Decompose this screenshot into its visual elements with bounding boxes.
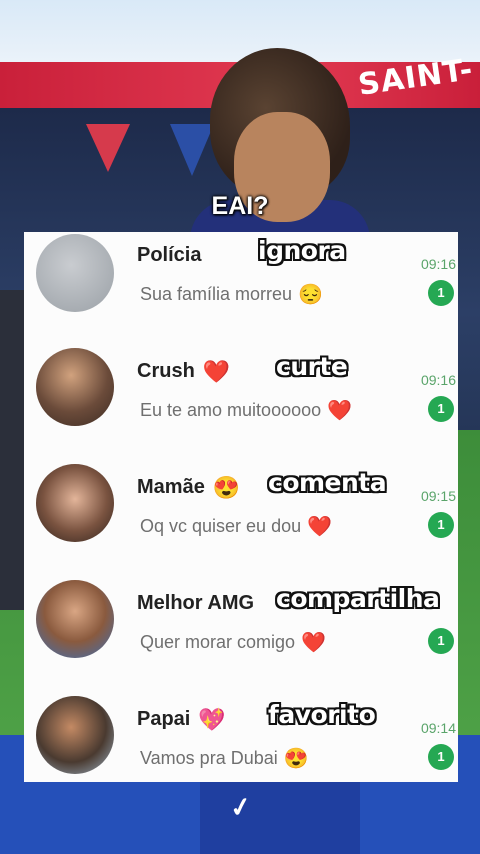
chat-preview-text: Sua família morreu bbox=[140, 284, 293, 304]
chat-name: Crush bbox=[137, 360, 195, 382]
chat-preview-text: Eu te amo muitoooooo bbox=[140, 400, 322, 420]
chat-preview-text: Oq vc quiser eu dou bbox=[140, 516, 302, 536]
chat-name: Mamãe bbox=[137, 476, 205, 498]
chat-preview: Vamos pra Dubai 😍 bbox=[140, 746, 309, 771]
chat-preview: Oq vc quiser eu dou ❤️ bbox=[140, 514, 332, 539]
blank-avatar-icon bbox=[36, 234, 114, 312]
unread-badge: 1 bbox=[428, 512, 454, 538]
chat-name-line: Mamãe 😍 bbox=[137, 476, 240, 499]
person-photo-icon bbox=[36, 580, 114, 658]
action-label: curte bbox=[276, 352, 348, 381]
person-photo-icon bbox=[36, 696, 114, 774]
red-heart-icon: ❤️ bbox=[202, 358, 231, 384]
chat-preview-text: Quer morar comigo bbox=[140, 632, 296, 652]
heart-eyes-icon: 😍 bbox=[283, 748, 309, 770]
chat-row-policia[interactable]: Polícia Sua família morreu 😔 ignora 09:1… bbox=[24, 232, 458, 348]
chat-name: Polícia bbox=[137, 244, 202, 266]
red-heart-icon: ❤️ bbox=[307, 516, 333, 538]
action-label: ignora bbox=[258, 236, 346, 265]
left-figure bbox=[0, 290, 26, 610]
chat-preview: Quer morar comigo ❤️ bbox=[140, 630, 326, 655]
chat-name-line: Melhor AMG bbox=[137, 592, 254, 615]
chat-preview: Sua família morreu 😔 bbox=[140, 282, 323, 307]
chat-name-line: Papai 💖 bbox=[137, 708, 226, 731]
chat-name-line: Crush ❤️ bbox=[137, 360, 230, 383]
chat-name: Papai bbox=[137, 708, 191, 730]
action-label: favorito bbox=[268, 700, 376, 729]
person-photo-icon bbox=[36, 464, 114, 542]
chat-name-line: Polícia bbox=[137, 244, 201, 267]
chat-time: 09:15 bbox=[420, 488, 456, 504]
chat-time: 09:16 bbox=[420, 256, 456, 272]
chat-row-papai[interactable]: Papai 💖 Vamos pra Dubai 😍 favorito 09:14… bbox=[24, 696, 458, 812]
unread-badge: 1 bbox=[428, 280, 454, 306]
chat-preview: Eu te amo muitoooooo ❤️ bbox=[140, 398, 352, 423]
sparkling-heart-icon: 💖 bbox=[198, 706, 226, 732]
unread-badge: 1 bbox=[428, 744, 454, 770]
unread-badge: 1 bbox=[428, 628, 454, 654]
red-pennant bbox=[86, 124, 130, 172]
chat-row-crush[interactable]: Crush ❤️ Eu te amo muitoooooo ❤️ curte 0… bbox=[24, 348, 458, 464]
chat-row-mamae[interactable]: Mamãe 😍 Oq vc quiser eu dou ❤️ comenta 0… bbox=[24, 464, 458, 580]
chat-name: Melhor AMG bbox=[137, 592, 255, 614]
red-heart-icon: ❤️ bbox=[327, 400, 353, 422]
action-label: comenta bbox=[268, 468, 387, 497]
red-heart-icon: ❤️ bbox=[301, 632, 326, 654]
blue-pennant bbox=[170, 124, 214, 176]
chat-time: 09:14 bbox=[420, 720, 456, 736]
heart-eyes-icon: 😍 bbox=[212, 474, 241, 500]
chat-row-melhor-amg[interactable]: Melhor AMG Quer morar comigo ❤️ comparti… bbox=[24, 580, 458, 696]
chat-preview-text: Vamos pra Dubai bbox=[140, 748, 278, 768]
chat-time: 09:16 bbox=[420, 372, 456, 388]
unread-badge: 1 bbox=[428, 396, 454, 422]
video-caption: EAI? bbox=[211, 192, 269, 220]
action-label: compartilha bbox=[276, 584, 440, 613]
chat-list: Polícia Sua família morreu 😔 ignora 09:1… bbox=[24, 232, 458, 782]
person-photo-icon bbox=[36, 348, 114, 426]
pensive-face-icon: 😔 bbox=[298, 284, 323, 306]
